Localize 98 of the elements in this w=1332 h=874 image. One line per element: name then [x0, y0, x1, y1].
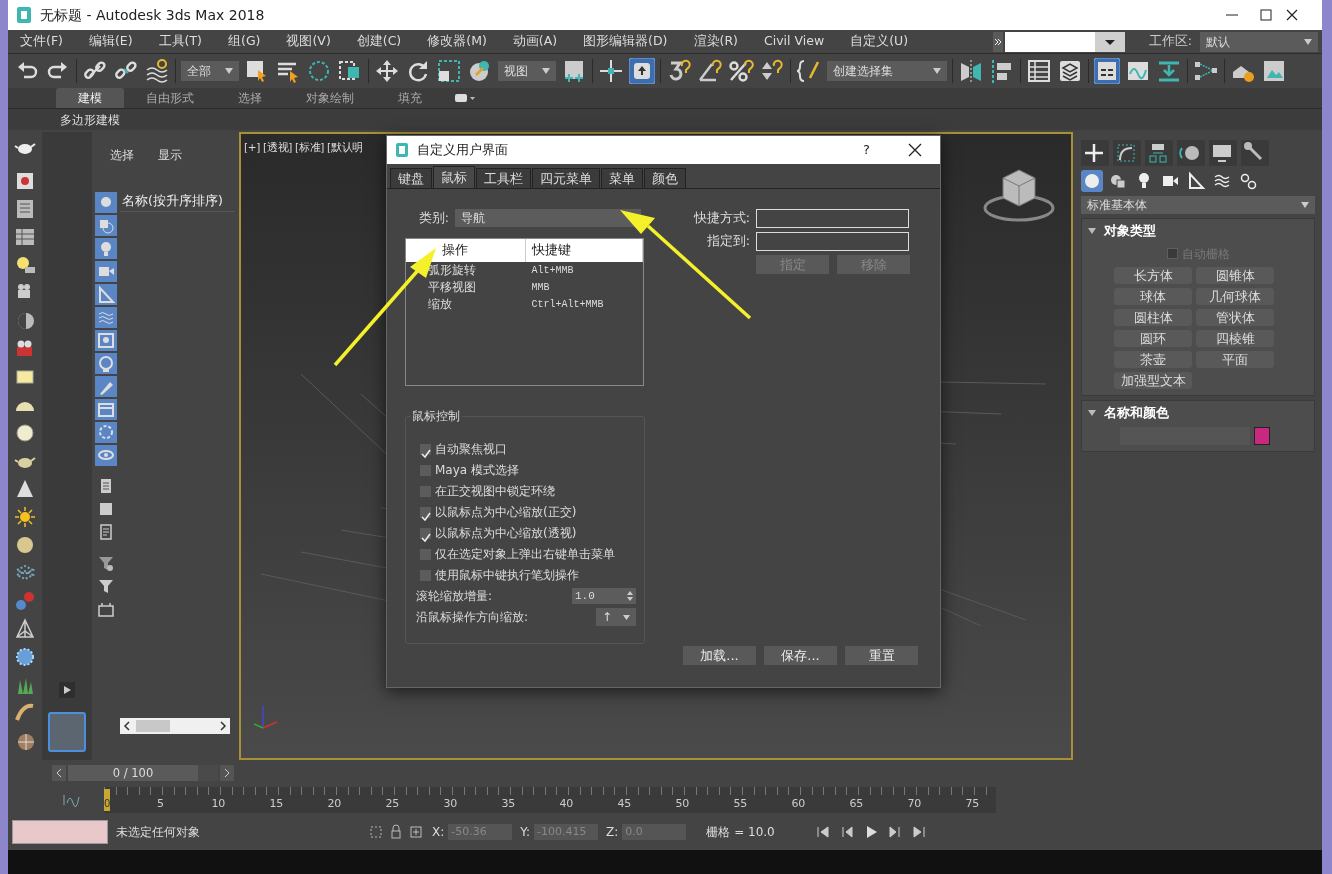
dialog-tab[interactable]: 四元菜单: [532, 168, 600, 188]
field-label: 沿鼠标操作方向缩放:: [416, 609, 529, 627]
primitive-button[interactable]: 圆柱体: [1114, 308, 1192, 326]
timeline-tick-label: 25: [384, 795, 401, 812]
timeline-tick-label: 75: [964, 795, 981, 812]
dialog-button[interactable]: 加载...: [683, 646, 756, 665]
dialog-button[interactable]: 重置: [845, 646, 918, 665]
primitive-button[interactable]: 几何球体: [1196, 287, 1274, 305]
menu-item[interactable]: Civil View: [751, 32, 837, 51]
ribbon-tab[interactable]: 填充: [376, 88, 444, 108]
field-label: 快捷方式:: [692, 209, 751, 228]
timeline-tick-label: 50: [674, 795, 691, 812]
explorer-tab[interactable]: 显示: [158, 146, 182, 192]
menu-item[interactable]: 自定义(U): [838, 32, 921, 51]
dropdown[interactable]: 视图: [498, 61, 556, 81]
table-cell-text: Ctrl+Alt+MMB: [530, 297, 605, 312]
rollout-title[interactable]: 名称和颜色: [1104, 403, 1169, 423]
explorer-tab[interactable]: 选择: [110, 146, 134, 192]
checkbox-label: 仅在选定对象上弹出右键单击菜单: [435, 546, 615, 564]
timeline-tick-label: 20: [326, 795, 343, 812]
viewport-label[interactable]: [+]: [244, 140, 261, 156]
workspace-label: 工作区:: [1148, 32, 1192, 51]
menu-item[interactable]: 组(G): [216, 32, 273, 51]
primitive-button[interactable]: 长方体: [1114, 266, 1192, 284]
timeline-tick-label: 5: [155, 795, 165, 812]
menu-item[interactable]: 创建(C): [344, 32, 414, 51]
coordinate-label: Y:: [520, 824, 531, 841]
primitive-button[interactable]: 加强型文本: [1114, 371, 1192, 389]
help-button[interactable]: ?: [863, 140, 870, 160]
checkbox-label: 自动聚焦视口: [435, 441, 507, 459]
dialog-tab[interactable]: 键盘: [390, 168, 432, 188]
checkbox-label: 以鼠标点为中心缩放(透视): [435, 525, 577, 543]
timeline-tick-label: 30: [442, 795, 459, 812]
dialog-title: 自定义用户界面: [417, 141, 509, 160]
coordinate-label: X:: [432, 824, 445, 841]
ribbon-tab[interactable]: 自由形式: [124, 88, 216, 108]
table-cell-text: 缩放: [427, 295, 453, 313]
time-slider-handle[interactable]: 0: [104, 788, 111, 811]
timeline-tick-label: 70: [906, 795, 923, 812]
primitive-button[interactable]: 茶壶: [1114, 350, 1192, 368]
menu-item[interactable]: 渲染(R): [681, 32, 750, 51]
primitive-button[interactable]: 圆锥体: [1196, 266, 1274, 284]
category-dropdown[interactable]: 标准基本体: [1081, 196, 1315, 214]
status-message: 未选定任何对象: [116, 824, 200, 841]
table-cell-text: MMB: [530, 280, 551, 295]
rollout-title[interactable]: 对象类型: [1104, 222, 1156, 241]
primitive-button[interactable]: 管状体: [1196, 308, 1274, 326]
checkbox-label: 在正交视图中锁定环绕: [435, 483, 555, 501]
timeline-tick-label: 55: [732, 795, 749, 812]
timeline-tick-label: 10: [210, 795, 227, 812]
field-label: 指定到:: [705, 232, 751, 251]
checkbox-label: 使用鼠标中键执行笔划操作: [435, 567, 579, 585]
primitive-button[interactable]: 平面: [1196, 350, 1274, 368]
menu-item[interactable]: 工具(T): [146, 32, 214, 51]
ribbon-tab[interactable]: 建模: [56, 88, 124, 108]
spinner-field[interactable]: 1.0: [572, 588, 636, 605]
field-label: 滚轮缩放增量:: [416, 588, 493, 606]
coordinate-label: Z:: [606, 824, 619, 841]
column-header[interactable]: 快捷键: [525, 238, 643, 262]
dialog-tab[interactable]: 菜单: [601, 168, 643, 188]
timeline-tick-label: 15: [268, 795, 285, 812]
menu-item[interactable]: 动画(A): [500, 32, 570, 51]
dialog-tab[interactable]: 颜色: [644, 168, 686, 188]
workspace-dropdown[interactable]: 默认: [1200, 31, 1318, 52]
dialog-button[interactable]: 保存...: [764, 646, 837, 665]
menu-item[interactable]: 修改器(M): [415, 32, 499, 51]
window-title: 无标题 - Autodesk 3ds Max 2018: [40, 5, 265, 25]
ribbon-tab[interactable]: 对象绘制: [284, 88, 376, 108]
dialog-tab[interactable]: 鼠标: [433, 166, 475, 188]
checkbox-label: Maya 模式选择: [435, 462, 519, 480]
timeline-tick-label: 45: [616, 795, 633, 812]
dropdown[interactable]: 创建选择集: [827, 61, 947, 81]
grid-size: 栅格 = 10.0: [706, 824, 775, 841]
timeline-tick-label: 35: [500, 795, 517, 812]
viewport-label[interactable]: [透视]: [263, 140, 293, 156]
primitive-button[interactable]: 球体: [1114, 287, 1192, 305]
checkbox-label: 以鼠标点为中心缩放(正交): [435, 504, 577, 522]
primitive-button[interactable]: 四棱锥: [1196, 329, 1274, 347]
field-label: 类别:: [417, 209, 449, 227]
dropdown[interactable]: 全部: [181, 61, 239, 81]
menu-item[interactable]: 文件(F): [8, 32, 75, 51]
timeline-tick-label: 65: [848, 795, 865, 812]
ribbon-panel-title[interactable]: 多边形建模: [56, 110, 124, 129]
viewport-label[interactable]: [标准]: [295, 140, 325, 156]
menu-item[interactable]: 图形编辑器(D): [571, 32, 680, 51]
ribbon-tab[interactable]: 选择: [216, 88, 284, 108]
column-header[interactable]: 名称(按升序排序): [120, 192, 235, 212]
menu-item[interactable]: 编辑(E): [76, 32, 145, 51]
primitive-button[interactable]: 圆环: [1114, 329, 1192, 347]
category-dropdown[interactable]: 导航: [455, 209, 641, 228]
dialog-tab[interactable]: 工具栏: [476, 168, 531, 188]
timeline-tick-label: 60: [790, 795, 807, 812]
table-cell-text: Alt+MMB: [530, 263, 575, 278]
timeline-tick-label: 40: [558, 795, 575, 812]
menu-item[interactable]: 视图(V): [274, 32, 343, 51]
direction-dropdown[interactable]: ↑: [596, 608, 636, 627]
table-cell-text: 平移视图: [427, 278, 477, 296]
viewport-label[interactable]: [默认明: [327, 140, 363, 156]
